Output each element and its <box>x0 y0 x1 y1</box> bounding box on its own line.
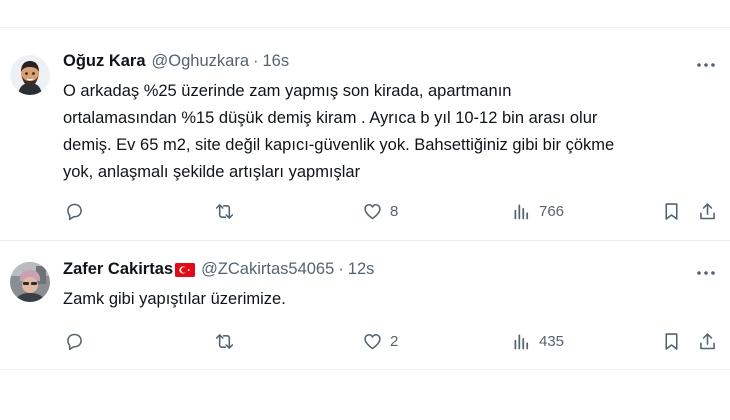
reply-button[interactable] <box>64 328 92 354</box>
heart-icon <box>364 203 381 219</box>
avatar[interactable] <box>10 55 50 95</box>
timestamp[interactable]: 16s <box>263 52 290 71</box>
bookmark-button[interactable] <box>661 198 682 224</box>
tweet-actions: 2 435 <box>0 328 730 354</box>
share-button[interactable] <box>697 328 718 354</box>
like-count: 8 <box>390 202 399 220</box>
more-options-icon[interactable] <box>694 263 718 283</box>
like-count: 2 <box>390 332 399 350</box>
view-count: 435 <box>539 332 565 350</box>
view-count: 766 <box>539 202 565 220</box>
user-handle[interactable]: @ZCakirtas54065 <box>201 260 334 279</box>
reply-button[interactable] <box>64 198 92 224</box>
retweet-button[interactable] <box>214 328 242 354</box>
tweet-text: O arkadaş %25 üzerinde zam yapmış son ki… <box>63 78 718 186</box>
share-icon <box>700 202 715 219</box>
tweet-header: Oğuz Kara @Oghuzkara · 16s <box>63 52 670 71</box>
tweet-text-line: yok, anlaşmalı şekilde artışları yapmışl… <box>63 163 361 181</box>
avatar[interactable] <box>10 262 50 302</box>
timestamp[interactable]: 12s <box>348 260 375 279</box>
more-options-icon[interactable] <box>694 55 718 75</box>
turkey-flag-icon <box>175 262 196 277</box>
views-button[interactable]: 766 <box>511 198 564 224</box>
display-name[interactable]: Zafer Cakirtas <box>63 260 173 279</box>
tweet-text: Zamk gibi yapıştılar üzerimize. <box>63 286 718 313</box>
share-button[interactable] <box>697 198 718 224</box>
bookmark-icon <box>665 332 678 350</box>
tweet-text-line: O arkadaş %25 üzerinde zam yapmış son ki… <box>63 82 512 100</box>
like-button[interactable]: 2 <box>362 328 398 354</box>
separator-dot: · <box>338 260 344 278</box>
analytics-icon <box>514 204 529 219</box>
like-button[interactable]: 8 <box>362 198 398 224</box>
tweet-actions: 8 766 <box>0 198 730 224</box>
tweet-text-line: demiş. Ev 65 m2, site değil kapıcı-güven… <box>63 136 615 154</box>
share-icon <box>700 332 715 349</box>
tweet-text-line: ortalamasından %15 düşük demiş kiram . A… <box>63 109 598 127</box>
tweet-header: Zafer Cakirtas @ZCakirtas54065 · 12s <box>63 260 670 279</box>
separator-dot: · <box>253 52 259 70</box>
retweet-button[interactable] <box>214 198 242 224</box>
heart-icon <box>364 333 381 349</box>
retweet-icon <box>215 203 234 219</box>
tweet[interactable]: Zafer Cakirtas @ZCakirtas54065 · 12s Zam… <box>0 241 730 370</box>
retweet-icon <box>215 333 234 349</box>
reply-icon <box>67 333 82 350</box>
reply-icon <box>67 203 82 220</box>
tweet-text-line: Zamk gibi yapıştılar üzerimize. <box>63 290 286 308</box>
tweet[interactable]: Oğuz Kara @Oghuzkara · 16s O arkadaş %25… <box>0 27 730 241</box>
bookmark-icon <box>665 202 678 220</box>
display-name[interactable]: Oğuz Kara <box>63 52 146 71</box>
user-handle[interactable]: @Oghuzkara <box>152 52 249 71</box>
analytics-icon <box>514 334 529 349</box>
views-button[interactable]: 435 <box>511 328 564 354</box>
bookmark-button[interactable] <box>661 328 682 354</box>
